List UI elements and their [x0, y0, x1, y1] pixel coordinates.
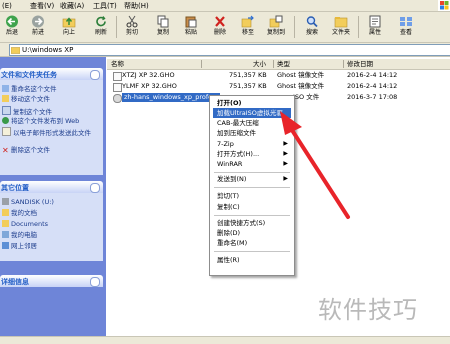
place-documents[interactable]: Documents	[2, 220, 48, 228]
menu-properties[interactable]: 属性(R)	[213, 255, 291, 265]
watermark: 软件技巧	[318, 296, 418, 324]
menu-rename[interactable]: 重命名(M)	[213, 238, 291, 248]
copy-button[interactable]: 复制	[151, 13, 175, 41]
computer-icon	[2, 231, 9, 238]
up-folder-icon	[62, 17, 76, 28]
column-divider[interactable]	[273, 60, 274, 68]
copy-to-button[interactable]: 复制到	[264, 13, 288, 41]
column-size[interactable]: 大小	[253, 60, 266, 68]
other-places-panel: SANDISK (U:) 我的文档 Documents 我的电脑 网上邻居	[0, 193, 103, 261]
file-icon	[113, 83, 122, 92]
email-file-link[interactable]: 以电子邮件形式发送此文件	[2, 127, 94, 137]
menu-tools[interactable]: 工具(T)	[93, 1, 117, 11]
copy-icon	[157, 15, 169, 28]
menu-delete[interactable]: 删除(D)	[213, 228, 291, 238]
copy-to-icon	[269, 15, 283, 28]
menu-view[interactable]: 查看(V)	[30, 1, 54, 11]
rename-file-link[interactable]: 重命名这个文件	[2, 85, 57, 93]
refresh-icon	[96, 16, 106, 27]
drive-icon	[2, 198, 9, 205]
details-title: 详细信息	[1, 278, 29, 286]
place-my-computer[interactable]: 我的电脑	[2, 231, 37, 239]
folder-icon	[2, 220, 9, 227]
file-tasks-header[interactable]: 文件和文件夹任务	[0, 68, 103, 80]
web-publish-icon	[2, 117, 9, 124]
properties-button[interactable]: 属性	[363, 13, 387, 41]
menu-favorites[interactable]: 收藏(A)	[60, 1, 84, 11]
network-icon	[2, 242, 9, 249]
file-icon	[113, 72, 122, 81]
windows-logo-icon	[438, 0, 450, 11]
rename-icon	[2, 85, 9, 92]
toolbar: 后退 前进 向上 刷新 剪切 复制 粘贴 删除 移至 复制到 搜索 文件夹 属性…	[0, 12, 450, 43]
file-tasks-panel: 重命名这个文件 移动这个文件 复制这个文件 将这个文件发布到 Web 以电子邮件…	[0, 80, 103, 175]
back-button[interactable]: 后退	[0, 13, 24, 41]
delete-button[interactable]: 删除	[208, 13, 232, 41]
forward-button[interactable]: 前进	[26, 13, 50, 41]
address-bar: U:\windows XP	[0, 43, 450, 57]
forward-arrow-icon	[32, 15, 44, 28]
move-to-icon	[241, 15, 254, 28]
place-sandisk[interactable]: SANDISK (U:)	[2, 198, 54, 206]
move-icon	[2, 95, 9, 102]
file-row[interactable]: YLMF XP 32.GHO 751,357 KB Ghost 镜像文件 201…	[107, 82, 450, 92]
cut-icon	[126, 15, 138, 28]
disc-icon	[113, 94, 122, 103]
column-divider[interactable]	[343, 60, 344, 68]
publish-web-link[interactable]: 将这个文件发布到 Web	[2, 117, 79, 125]
menu-separator	[214, 251, 290, 252]
delete-icon	[215, 16, 225, 27]
other-places-title: 其它位置	[1, 184, 29, 192]
cut-button[interactable]: 剪切	[120, 13, 144, 41]
column-name[interactable]: 名称	[111, 60, 124, 68]
search-icon	[306, 16, 318, 28]
copy-file-link[interactable]: 复制这个文件	[2, 106, 52, 116]
expand-chevron-icon[interactable]	[90, 277, 100, 287]
views-icon	[400, 17, 412, 26]
menu-bar: (E) 查看(V) 收藏(A) 工具(T) 帮助(H)	[0, 0, 450, 12]
properties-icon	[369, 15, 381, 28]
search-button[interactable]: 搜索	[300, 13, 324, 41]
folder-icon	[11, 47, 20, 54]
views-button[interactable]: 查看	[394, 13, 418, 41]
move-to-button[interactable]: 移至	[236, 13, 260, 41]
back-arrow-icon	[6, 15, 18, 28]
toolbar-separator	[294, 16, 295, 38]
column-divider[interactable]	[201, 60, 202, 68]
folders-button[interactable]: 文件夹	[329, 13, 353, 41]
move-file-link[interactable]: 移动这个文件	[2, 95, 50, 103]
delete-x-icon: ✕	[2, 146, 9, 155]
column-type[interactable]: 类型	[277, 60, 290, 68]
paste-button[interactable]: 粘贴	[179, 13, 203, 41]
annotation-arrow-icon	[280, 111, 350, 219]
menu-help[interactable]: 帮助(H)	[124, 1, 149, 11]
collapse-chevron-icon[interactable]	[90, 183, 100, 193]
refresh-button[interactable]: 刷新	[89, 13, 113, 41]
menu-edit[interactable]: (E)	[2, 1, 12, 11]
up-button[interactable]: 向上	[57, 13, 81, 41]
toolbar-separator	[116, 16, 117, 38]
paste-icon	[185, 16, 197, 28]
column-header: 名称 大小 类型 修改日期	[107, 59, 450, 70]
delete-file-link[interactable]: ✕ 删除这个文件	[2, 146, 50, 155]
task-pane: 文件和文件夹任务 重命名这个文件 移动这个文件 复制这个文件 将这个文件发布到 …	[0, 57, 106, 343]
file-row[interactable]: XTZJ XP 32.GHO 751,357 KB Ghost 镜像文件 201…	[107, 71, 450, 81]
email-icon	[2, 127, 11, 136]
column-date[interactable]: 修改日期	[347, 60, 373, 68]
other-places-header[interactable]: 其它位置	[0, 181, 103, 193]
file-tasks-title: 文件和文件夹任务	[1, 71, 57, 79]
my-documents-icon	[2, 209, 9, 216]
address-input[interactable]: U:\windows XP	[9, 44, 450, 56]
copy-file-icon	[2, 106, 11, 115]
collapse-chevron-icon[interactable]	[90, 70, 100, 80]
place-network[interactable]: 网上邻居	[2, 242, 37, 250]
folders-icon	[334, 17, 348, 28]
place-my-documents[interactable]: 我的文档	[2, 209, 37, 217]
address-path: U:\windows XP	[22, 46, 74, 54]
toolbar-separator	[358, 16, 359, 38]
details-header[interactable]: 详细信息	[0, 275, 103, 287]
